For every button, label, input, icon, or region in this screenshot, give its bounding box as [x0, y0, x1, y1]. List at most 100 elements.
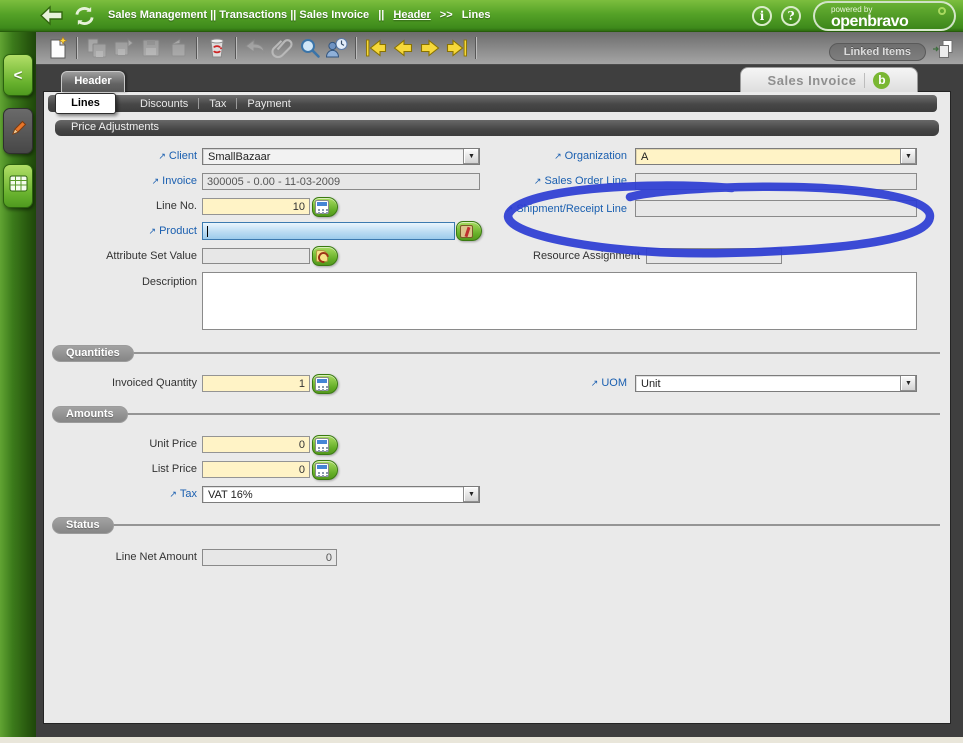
- save-and-back-button[interactable]: [164, 35, 191, 62]
- line-no-label: Line No.: [30, 200, 197, 212]
- attribute-set-value-field: [202, 248, 310, 264]
- calculator-icon: [315, 438, 329, 452]
- tax-value: VAT 16%: [203, 489, 463, 501]
- toolbar: Linked Items: [36, 32, 963, 65]
- link-arrow-icon: ↗: [591, 378, 599, 388]
- uom-label[interactable]: ↗UOM: [420, 377, 627, 389]
- organization-value: A: [636, 151, 900, 163]
- invoiced-quantity-input[interactable]: 1: [202, 375, 310, 392]
- calculator-icon: [315, 200, 329, 214]
- breadcrumb-path: Sales Management || Transactions || Sale…: [108, 9, 369, 21]
- calculator-icon: [315, 377, 329, 391]
- delete-button[interactable]: [203, 35, 230, 62]
- attachment-icon[interactable]: [269, 35, 296, 62]
- invoiced-quantity-label: Invoiced Quantity: [30, 377, 197, 389]
- list-price-input[interactable]: 0: [202, 461, 310, 478]
- unit-price-label: Unit Price: [30, 438, 197, 450]
- toolbar-separator: [475, 37, 477, 59]
- save-and-new-button[interactable]: [83, 35, 110, 62]
- line-no-input[interactable]: 10: [202, 198, 310, 215]
- next-record-icon[interactable]: [416, 35, 443, 62]
- line-net-amount-field: 0: [202, 549, 337, 566]
- first-record-icon[interactable]: [362, 35, 389, 62]
- link-arrow-icon: ↗: [158, 151, 166, 161]
- breadcrumb-header-link[interactable]: Header: [393, 9, 430, 21]
- save-and-next-button[interactable]: [110, 35, 137, 62]
- client-label[interactable]: ↗Client: [30, 150, 197, 162]
- help-icon[interactable]: ?: [781, 6, 801, 26]
- chevron-down-icon[interactable]: [900, 376, 916, 391]
- chevron-down-icon[interactable]: [463, 487, 479, 502]
- tax-label[interactable]: ↗Tax: [30, 488, 197, 500]
- linked-items-icon[interactable]: [932, 39, 955, 65]
- last-record-icon[interactable]: [443, 35, 470, 62]
- sales-order-line-label[interactable]: ↗Sales Order Line: [420, 175, 627, 187]
- amounts-pill: Amounts: [52, 406, 128, 423]
- invoice-label[interactable]: ↗Invoice: [30, 175, 197, 187]
- text-caret: [207, 226, 208, 237]
- grid-icon: [9, 175, 28, 197]
- description-label: Description: [30, 276, 197, 288]
- calculator-button[interactable]: [312, 460, 338, 480]
- page-bottom-strip: [0, 737, 963, 743]
- refresh-icon[interactable]: [73, 6, 96, 31]
- organization-label[interactable]: ↗Organization: [420, 150, 627, 162]
- breadcrumb-separator: ||: [378, 9, 384, 21]
- new-record-button[interactable]: [44, 35, 71, 62]
- tab-tax[interactable]: Tax: [199, 98, 236, 110]
- section-divider: [112, 524, 940, 526]
- uom-dropdown[interactable]: Unit: [635, 375, 917, 392]
- status-pill: Status: [52, 517, 114, 534]
- header-tab[interactable]: Header: [61, 71, 125, 92]
- info-icon[interactable]: i: [752, 6, 772, 26]
- save-button[interactable]: [137, 35, 164, 62]
- tax-dropdown[interactable]: VAT 16%: [202, 486, 480, 503]
- openbravo-logo: powered by openbravo: [813, 1, 956, 31]
- toolbar-separator: [235, 37, 237, 59]
- back-icon[interactable]: [40, 5, 64, 31]
- window-title-tab: Sales Invoice b: [740, 67, 918, 92]
- shipment-receipt-line-label[interactable]: ↗Shipment/Receipt Line: [420, 203, 627, 215]
- product-search-icon: [460, 225, 473, 238]
- quantities-pill: Quantities: [52, 345, 134, 362]
- collapse-panel-button[interactable]: <: [3, 54, 33, 96]
- tab-discounts[interactable]: Discounts: [130, 98, 198, 110]
- chevron-left-icon: <: [14, 67, 23, 84]
- undo-icon[interactable]: [242, 35, 269, 62]
- chevron-down-icon[interactable]: [900, 149, 916, 164]
- price-adjustments-bar: Price Adjustments: [55, 120, 939, 136]
- shipment-receipt-line-field: [635, 200, 917, 217]
- grid-mode-button[interactable]: [3, 164, 33, 208]
- audit-history-icon[interactable]: [323, 35, 350, 62]
- tab-payment[interactable]: Payment: [237, 98, 300, 110]
- page-title: Sales Invoice: [768, 73, 857, 88]
- section-divider: [112, 413, 940, 415]
- previous-record-icon[interactable]: [389, 35, 416, 62]
- calculator-button[interactable]: [312, 374, 338, 394]
- product-label[interactable]: ↗Product: [30, 225, 197, 237]
- title-divider: [864, 73, 865, 88]
- tab-lines[interactable]: Lines: [55, 93, 116, 114]
- organization-dropdown[interactable]: A: [635, 148, 917, 165]
- unit-price-input[interactable]: 0: [202, 436, 310, 453]
- product-search-button[interactable]: [456, 221, 482, 241]
- pencil-icon: [9, 119, 28, 143]
- resource-assignment-label: Resource Assignment: [433, 250, 640, 262]
- calculator-button[interactable]: [312, 435, 338, 455]
- description-textarea[interactable]: [202, 272, 917, 330]
- search-icon[interactable]: [296, 35, 323, 62]
- calculator-icon: [315, 463, 329, 477]
- calculator-button[interactable]: [312, 197, 338, 217]
- attribute-set-value-label: Attribute Set Value: [30, 250, 197, 262]
- top-navigation-bar: Sales Management || Transactions || Sale…: [0, 0, 963, 32]
- linked-items-button[interactable]: Linked Items: [829, 43, 926, 61]
- left-sidebar: <: [0, 32, 36, 737]
- resource-assignment-field: [646, 248, 782, 264]
- attribute-search-button[interactable]: [312, 246, 338, 266]
- uom-value: Unit: [636, 378, 900, 390]
- openbravo-app-window: Sales Management || Transactions || Sale…: [0, 0, 963, 743]
- openbravo-swirl-icon: [938, 7, 946, 15]
- product-input[interactable]: [202, 222, 455, 240]
- edit-mode-button[interactable]: [3, 108, 33, 154]
- openbravo-badge-icon: b: [873, 72, 890, 89]
